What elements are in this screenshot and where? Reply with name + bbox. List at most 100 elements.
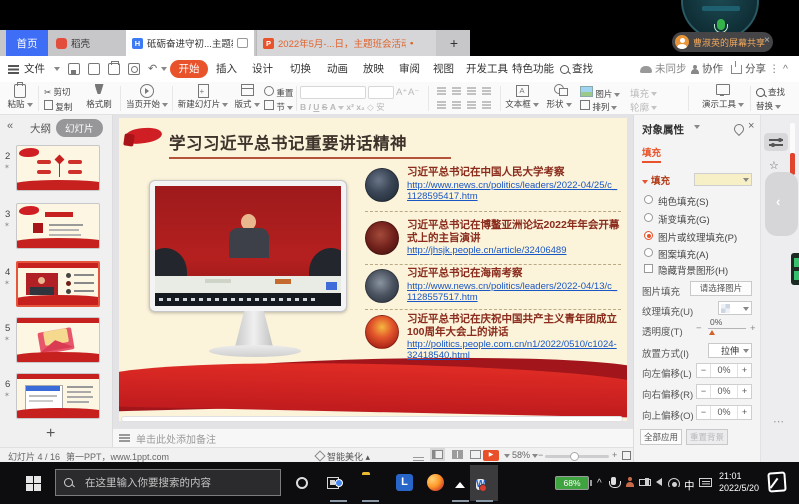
normal-view-button[interactable]	[432, 450, 443, 461]
scrollbar-thumb[interactable]	[790, 153, 795, 175]
font-color-button[interactable]: A	[330, 102, 336, 112]
notes-toggle-icon[interactable]	[413, 450, 424, 460]
cut-button[interactable]: ✂ 剪切	[44, 86, 71, 98]
offset-right-stepper[interactable]: −0%+	[696, 384, 752, 399]
current-slide[interactable]: 学习习近平总书记重要讲话精神	[119, 118, 627, 421]
tab-animation[interactable]: 动画	[327, 56, 348, 82]
print-preview-icon[interactable]	[128, 63, 140, 75]
export-icon[interactable]	[88, 63, 100, 75]
tab-design[interactable]: 设计	[252, 56, 273, 82]
layout-button[interactable]: 版式	[232, 84, 262, 110]
tab-slides[interactable]: 幻灯片	[56, 119, 103, 137]
tab-devtools[interactable]: 开发工具	[466, 56, 508, 82]
paste-button[interactable]: 粘贴	[4, 84, 36, 110]
file-menu[interactable]: 文件	[24, 56, 45, 82]
taskbar-search[interactable]	[55, 469, 281, 496]
more-menu-icon[interactable]: ⋮	[769, 56, 780, 82]
tab-outline[interactable]: 大纲	[30, 121, 51, 136]
horizontal-scrollbar[interactable]	[121, 416, 623, 422]
add-slide-button[interactable]: +	[46, 425, 55, 443]
bold-button[interactable]: B	[300, 102, 306, 112]
align-center-icon[interactable]	[452, 101, 461, 103]
subscript-button[interactable]: x₂	[356, 102, 365, 112]
format-painter-button[interactable]: 格式刷	[82, 84, 116, 110]
zoom-slider-knob[interactable]	[570, 452, 579, 461]
slide-sorter-button[interactable]	[452, 450, 463, 461]
slide-thumbnail-6[interactable]: 6✶	[0, 373, 113, 422]
phonetic-button[interactable]: 安	[376, 102, 385, 112]
justify-icon[interactable]	[482, 101, 491, 103]
collapse-panel-icon[interactable]: «	[7, 120, 13, 132]
radio-label[interactable]: 纯色填充(S)	[658, 194, 709, 208]
cortana-icon[interactable]	[296, 477, 308, 489]
fit-to-window-icon[interactable]	[622, 451, 631, 460]
offset-left-stepper[interactable]: −0%+	[696, 363, 752, 378]
item-link[interactable]: http://jhsjk.people.cn/article/32406489	[407, 245, 621, 256]
align-right-icon[interactable]	[467, 101, 476, 103]
replace-button[interactable]: 替换	[756, 100, 781, 112]
shapes-button[interactable]: 形状	[544, 84, 574, 110]
radio-label[interactable]: 图片或纹理填充(P)	[658, 230, 737, 244]
search-input[interactable]	[83, 476, 267, 490]
find-button[interactable]: 查找	[756, 86, 785, 98]
bullet-list-icon[interactable]	[437, 87, 446, 89]
radio-solid-fill[interactable]	[644, 195, 653, 204]
undo-caret[interactable]	[159, 56, 167, 82]
item-link[interactable]: http://www.news.cn/politics/leaders/2022…	[407, 281, 621, 303]
item-link[interactable]: http://politics.people.com.cn/n1/2022/05…	[407, 339, 621, 361]
indent-icon[interactable]	[467, 87, 476, 89]
font-name-box[interactable]	[300, 86, 366, 99]
apply-all-button[interactable]: 全部应用	[640, 429, 682, 445]
fill-section-header[interactable]: 填充	[642, 173, 670, 187]
zoom-out-button[interactable]: −	[538, 450, 543, 460]
grow-font-button[interactable]: A⁺	[396, 87, 407, 98]
radio-label[interactable]: 图案填充(A)	[658, 247, 709, 261]
tab-insert[interactable]: 插入	[216, 56, 237, 82]
more-options-icon[interactable]: ⋯	[773, 415, 785, 428]
input-language-indicator[interactable]: 中	[684, 478, 695, 493]
italic-button[interactable]: I	[309, 102, 311, 112]
panel-title-caret[interactable]	[692, 122, 700, 133]
fill-color-dropdown[interactable]	[694, 173, 752, 186]
lenovo-app-icon[interactable]: L	[396, 474, 413, 491]
radio-label[interactable]: 渐变填充(G)	[658, 212, 710, 226]
collaborate-button[interactable]: 协作	[690, 56, 723, 82]
radio-pattern-fill[interactable]	[644, 248, 653, 257]
pin-icon[interactable]	[732, 122, 746, 136]
transparency-minus[interactable]: −	[696, 323, 702, 334]
properties-tool-icon[interactable]	[764, 133, 788, 151]
promo-thumbnail[interactable]	[791, 253, 799, 285]
placement-dropdown[interactable]: 拉伸	[708, 343, 752, 358]
tab-home-ribbon[interactable]: 开始	[170, 60, 208, 78]
transparency-slider-marker[interactable]	[709, 330, 715, 335]
tab-document-1[interactable]: H砥砺奋进守初...主题教育活动	[126, 30, 254, 56]
tab-view[interactable]: 视图	[433, 56, 454, 82]
undo-icon[interactable]: ↶	[148, 56, 157, 82]
copy-button[interactable]: 复制	[44, 100, 72, 113]
radio-gradient-fill[interactable]	[644, 213, 653, 222]
arrange-button[interactable]: 排列	[580, 100, 617, 113]
slide-title[interactable]: 学习习近平总书记重要讲话精神	[169, 130, 407, 154]
highlight-button[interactable]: ◇	[367, 102, 374, 112]
tray-contact-icon[interactable]	[625, 477, 634, 487]
close-panel-icon[interactable]: ×	[748, 120, 754, 132]
tray-volume-icon[interactable]	[656, 478, 662, 486]
tab-features[interactable]: 特色功能	[512, 56, 554, 82]
zoom-in-button[interactable]: +	[612, 450, 617, 460]
slideshow-play-button[interactable]: ▶	[483, 450, 499, 461]
hamburger-menu-icon[interactable]	[8, 65, 19, 67]
tab-home[interactable]: 首页	[6, 30, 48, 56]
share-button[interactable]: 分享	[731, 56, 766, 82]
transparency-slider-track[interactable]	[708, 328, 746, 329]
tray-wifi-icon[interactable]	[668, 478, 680, 487]
transparency-plus[interactable]: +	[750, 323, 756, 334]
effects-tool-icon[interactable]: ☆	[769, 159, 779, 172]
align-left-icon[interactable]	[437, 101, 446, 103]
print-icon[interactable]	[108, 63, 120, 75]
section-button[interactable]: 节	[264, 100, 293, 113]
tab-review[interactable]: 审阅	[399, 56, 420, 82]
number-list-icon[interactable]	[452, 87, 461, 89]
slide-thumbnail-3[interactable]: 3✶	[0, 203, 113, 252]
checkbox-label[interactable]: 隐藏背景图形(H)	[658, 263, 728, 277]
tab-transitions[interactable]: 切换	[290, 56, 311, 82]
